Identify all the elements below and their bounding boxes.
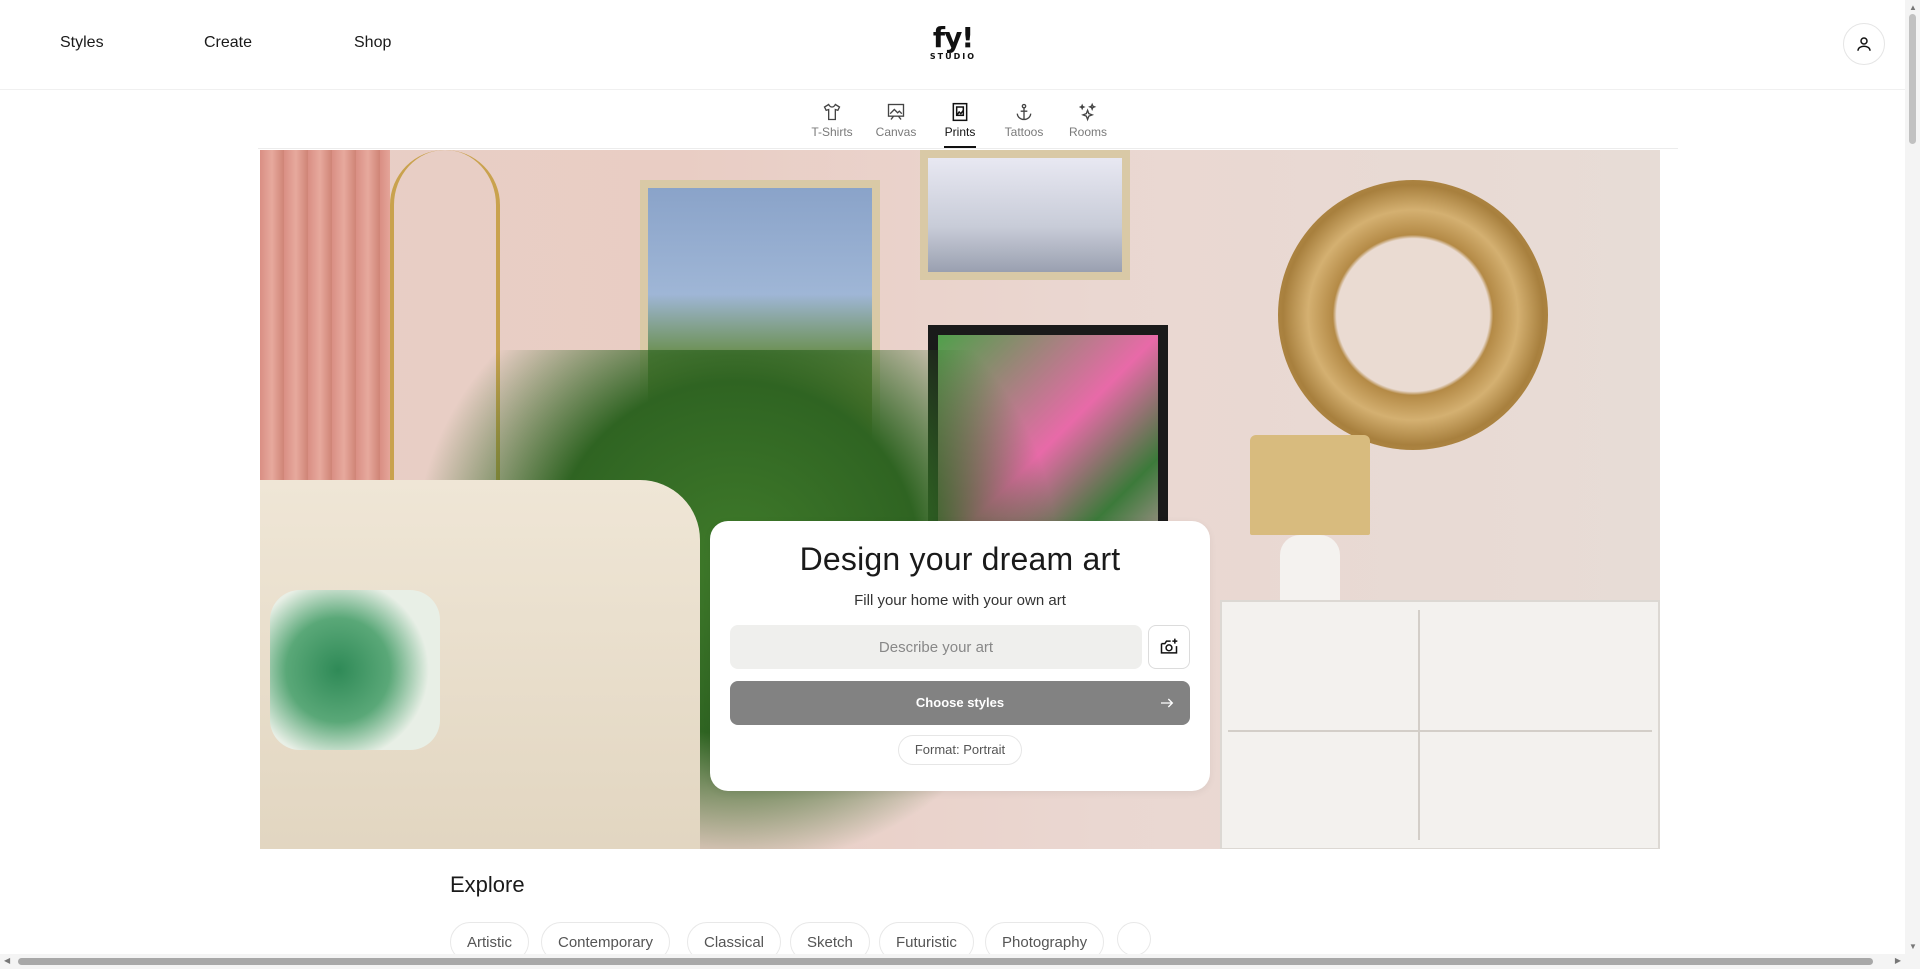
dresser-divider: [1418, 610, 1420, 840]
scroll-left-icon[interactable]: ◀: [4, 956, 10, 965]
scrollbar-corner: [1905, 954, 1920, 969]
tab-label: T-Shirts: [811, 125, 853, 139]
tab-canvas[interactable]: Canvas: [864, 98, 928, 148]
tab-prints[interactable]: Prints: [928, 98, 992, 148]
choose-styles-button[interactable]: Choose styles: [730, 681, 1190, 725]
tab-label: Tattoos: [1004, 125, 1044, 139]
nav-create-link[interactable]: Create: [204, 34, 252, 52]
dresser-divider: [1228, 730, 1652, 732]
design-card: Design your dream art Fill your home wit…: [710, 521, 1210, 791]
print-frame-icon: [952, 102, 968, 122]
tab-tattoos[interactable]: Tattoos: [992, 98, 1056, 148]
tabs-divider: [258, 148, 1678, 149]
user-icon: [1857, 37, 1871, 51]
horizontal-scroll-thumb[interactable]: [18, 958, 1873, 965]
logo-wordmark: fy!: [932, 21, 974, 54]
sparkle-icon: [1078, 102, 1097, 122]
upload-image-button[interactable]: [1148, 625, 1190, 669]
framed-print-graphic: [920, 150, 1130, 280]
dresser-graphic: [1220, 600, 1660, 849]
chips-scroll-button[interactable]: [1117, 922, 1151, 956]
card-subtitle: Fill your home with your own art: [854, 592, 1066, 609]
nav-shop-link[interactable]: Shop: [354, 34, 391, 52]
choose-styles-label: Choose styles: [915, 695, 1005, 710]
scroll-up-icon[interactable]: ▲: [1909, 3, 1917, 12]
explore-heading: Explore: [450, 872, 525, 897]
format-selector[interactable]: Format: Portrait: [898, 735, 1022, 765]
lamp-graphic: [1250, 435, 1370, 535]
tshirt-icon: [823, 103, 841, 121]
describe-art-input[interactable]: [730, 625, 1142, 669]
product-tabs: T-Shirts Canvas Prints Tattoos Rooms: [0, 98, 1905, 150]
vertical-scrollbar[interactable]: ▲ ▼: [1905, 0, 1920, 954]
nav-styles-link[interactable]: Styles: [60, 34, 104, 52]
tab-tshirts[interactable]: T-Shirts: [800, 98, 864, 148]
fy-studio-logo[interactable]: fy! STUDIO: [928, 24, 978, 64]
horizontal-scrollbar[interactable]: ◀ ▶: [0, 954, 1905, 969]
round-mirror-graphic: [1278, 180, 1548, 450]
account-button[interactable]: [1843, 23, 1885, 65]
tab-label: Rooms: [1068, 125, 1107, 139]
tab-label: Prints: [944, 125, 976, 139]
camera-plus-icon: [1160, 638, 1178, 654]
scroll-right-icon[interactable]: ▶: [1895, 956, 1901, 965]
pillow-graphic: [270, 590, 440, 750]
vertical-scroll-thumb[interactable]: [1909, 14, 1916, 144]
scroll-down-icon[interactable]: ▼: [1909, 942, 1917, 951]
tab-label: Canvas: [875, 125, 917, 139]
arrow-right-icon: [1161, 698, 1174, 708]
canvas-icon: [887, 103, 905, 120]
anchor-icon: [1016, 103, 1032, 121]
top-header: Styles Create Shop fy! STUDIO: [0, 0, 1905, 90]
tab-rooms[interactable]: Rooms: [1056, 98, 1120, 148]
card-title: Design your dream art: [799, 541, 1121, 577]
logo-subtitle: STUDIO: [929, 52, 977, 61]
